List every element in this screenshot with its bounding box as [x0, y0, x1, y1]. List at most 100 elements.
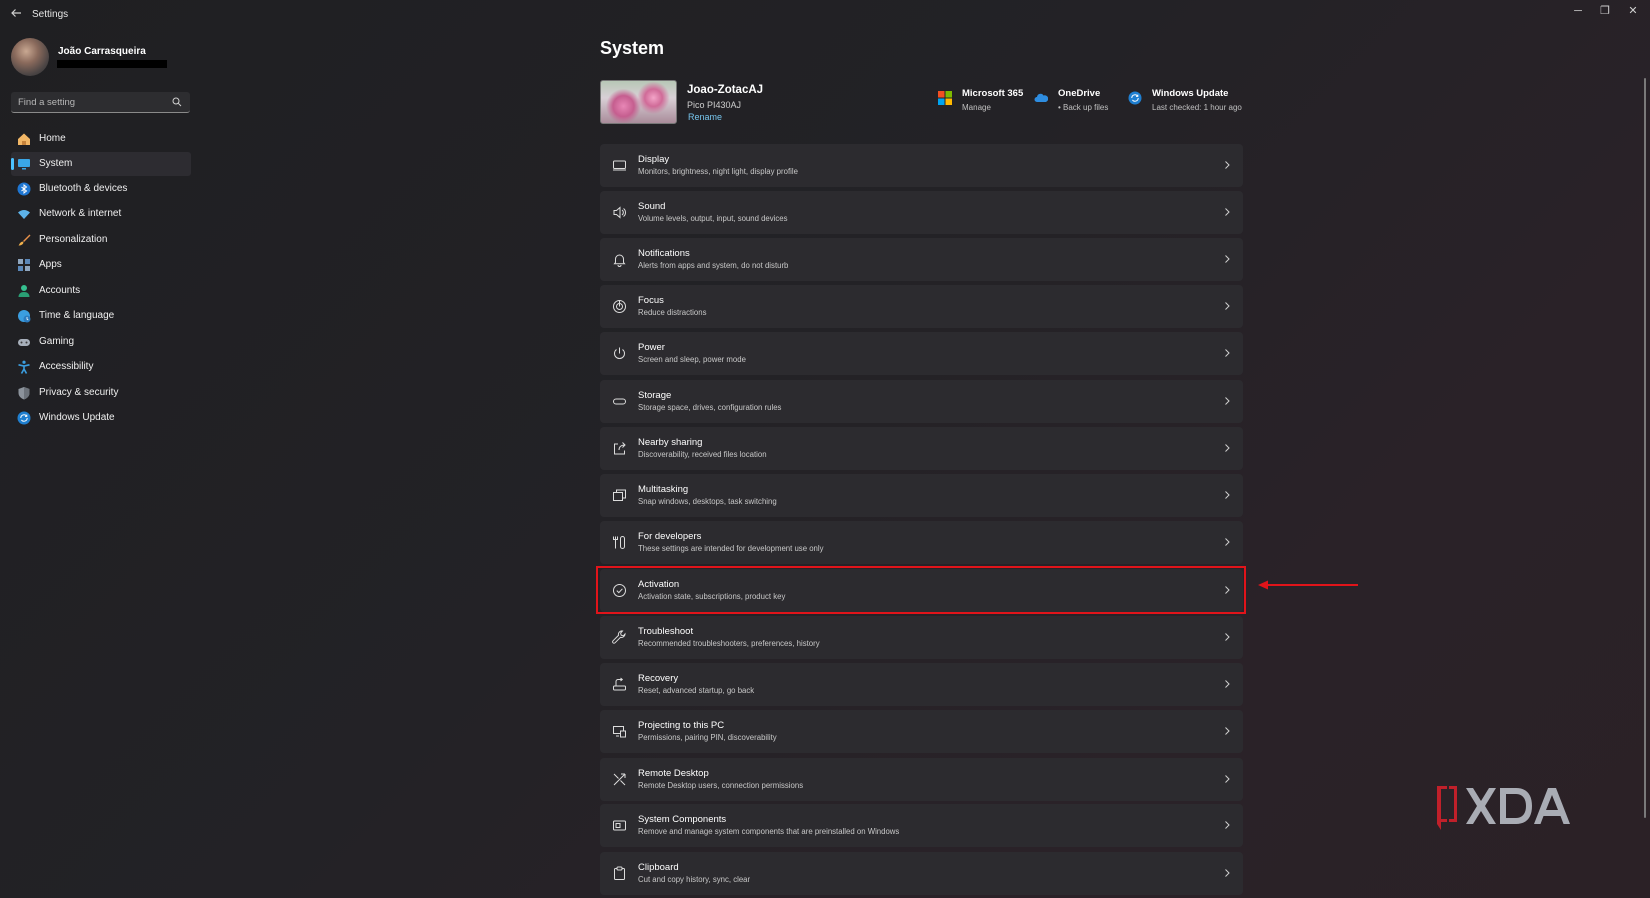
- setting-power[interactable]: Power Screen and sleep, power mode: [600, 332, 1243, 375]
- redacted-email: [57, 60, 167, 68]
- sidebar-item-label: Windows Update: [39, 412, 115, 423]
- setting-title: Display: [638, 154, 670, 165]
- app-title: Settings: [32, 9, 69, 20]
- setting-title: Notifications: [638, 248, 690, 259]
- setting-clipboard[interactable]: Clipboard Cut and copy history, sync, cl…: [600, 852, 1243, 895]
- setting-title: Troubleshoot: [638, 626, 694, 637]
- setting-subtitle: Monitors, brightness, night light, displ…: [638, 167, 798, 176]
- setting-title: Projecting to this PC: [638, 720, 725, 731]
- chevron-right-icon: [1225, 161, 1230, 169]
- setting-projecting[interactable]: Projecting to this PC Permissions, pairi…: [600, 710, 1243, 753]
- setting-sound[interactable]: Sound Volume levels, output, input, soun…: [600, 191, 1243, 234]
- chevron-right-icon: [1225, 208, 1230, 216]
- quick-link-subtitle: • Back up files: [1058, 103, 1109, 112]
- sidebar-item-label: Privacy & security: [39, 387, 119, 398]
- setting-subtitle: Recommended troubleshooters, preferences…: [638, 639, 820, 648]
- sidebar-item-label: Accounts: [39, 285, 81, 296]
- sidebar-item-label: Network & internet: [39, 208, 122, 219]
- setting-activation[interactable]: Activation Activation state, subscriptio…: [600, 569, 1243, 612]
- setting-title: System Components: [638, 814, 727, 825]
- search-icon[interactable]: [172, 97, 182, 107]
- maximize-button[interactable]: ❐: [1592, 4, 1618, 18]
- setting-subtitle: Reduce distractions: [638, 308, 707, 317]
- sidebar-item-label: Accessibility: [39, 361, 94, 372]
- components-icon: [613, 820, 626, 831]
- setting-recovery[interactable]: Recovery Reset, advanced startup, go bac…: [600, 663, 1243, 706]
- sidebar-item-system[interactable]: System: [11, 152, 191, 176]
- accessibility-icon: [18, 360, 30, 374]
- quick-link-subtitle: Last checked: 1 hour ago: [1152, 103, 1242, 112]
- setting-subtitle: Discoverability, received files location: [638, 450, 767, 459]
- rename-link[interactable]: Rename: [688, 112, 722, 122]
- home-icon: [18, 133, 30, 145]
- search-box[interactable]: [11, 92, 190, 113]
- storage-icon: [613, 398, 626, 405]
- setting-remote-desktop[interactable]: Remote Desktop Remote Desktop users, con…: [600, 758, 1243, 801]
- setting-title: Multitasking: [638, 484, 689, 495]
- search-input[interactable]: [18, 95, 168, 109]
- setting-nearby-sharing[interactable]: Nearby sharing Discoverability, received…: [600, 427, 1243, 470]
- sidebar-item-bluetooth[interactable]: Bluetooth & devices: [11, 177, 191, 201]
- chevron-right-icon: [1225, 821, 1230, 829]
- sidebar-item-home[interactable]: Home: [11, 127, 191, 151]
- setting-subtitle: Permissions, pairing PIN, discoverabilit…: [638, 733, 777, 742]
- shield-icon: [18, 387, 30, 400]
- chevron-right-icon: [1225, 349, 1230, 357]
- remote-desktop-icon: [613, 773, 626, 786]
- setting-notifications[interactable]: Notifications Alerts from apps and syste…: [600, 238, 1243, 281]
- avatar[interactable]: [11, 38, 49, 76]
- quick-link-subtitle: Manage: [962, 103, 991, 112]
- chevron-right-icon: [1225, 869, 1230, 877]
- chevron-right-icon: [1225, 444, 1230, 452]
- setting-subtitle: Activation state, subscriptions, product…: [638, 592, 786, 601]
- chevron-right-icon: [1225, 255, 1230, 263]
- back-arrow-icon[interactable]: [8, 7, 24, 23]
- sidebar-item-network[interactable]: Network & internet: [11, 202, 191, 226]
- power-icon: [614, 347, 625, 359]
- chevron-right-icon: [1225, 633, 1230, 641]
- quick-link-title: OneDrive: [1058, 88, 1101, 99]
- chevron-right-icon: [1225, 397, 1230, 405]
- setting-multitasking[interactable]: Multitasking Snap windows, desktops, tas…: [600, 474, 1243, 517]
- focus-icon: [613, 300, 626, 313]
- title-bar: Settings ─ ❐ ✕: [0, 0, 1650, 30]
- setting-focus[interactable]: Focus Reduce distractions: [600, 285, 1243, 328]
- chevron-right-icon: [1225, 680, 1230, 688]
- sidebar-item-accounts[interactable]: Accounts: [11, 279, 191, 303]
- minimize-button[interactable]: ─: [1565, 4, 1591, 18]
- setting-troubleshoot[interactable]: Troubleshoot Recommended troubleshooters…: [600, 616, 1243, 659]
- sidebar-item-apps[interactable]: Apps: [11, 253, 191, 277]
- sidebar-item-label: Apps: [39, 259, 62, 270]
- apps-icon: [18, 259, 30, 271]
- sidebar-item-windows-update[interactable]: Windows Update: [11, 406, 191, 430]
- sidebar-item-personalization[interactable]: Personalization: [11, 228, 191, 252]
- setting-title: Sound: [638, 201, 666, 212]
- onedrive-icon: [1034, 93, 1048, 102]
- wrench-icon: [612, 630, 626, 644]
- system-icon: [18, 159, 30, 170]
- setting-storage[interactable]: Storage Storage space, drives, configura…: [600, 380, 1243, 423]
- scrollbar[interactable]: [1644, 78, 1646, 818]
- setting-system-components[interactable]: System Components Remove and manage syst…: [600, 804, 1243, 847]
- chevron-right-icon: [1225, 586, 1230, 594]
- chevron-right-icon: [1225, 727, 1230, 735]
- setting-display[interactable]: Display Monitors, brightness, night ligh…: [600, 144, 1243, 187]
- chevron-right-icon: [1225, 538, 1230, 546]
- xda-logo: [1437, 786, 1570, 830]
- setting-subtitle: Storage space, drives, configuration rul…: [638, 403, 782, 412]
- share-icon: [614, 442, 626, 455]
- device-model: Pico PI430AJ: [687, 100, 742, 110]
- sidebar-item-label: Time & language: [39, 310, 115, 321]
- sidebar-item-privacy[interactable]: Privacy & security: [11, 381, 191, 405]
- sidebar-item-time-language[interactable]: Time & language: [11, 304, 191, 328]
- close-button[interactable]: ✕: [1620, 4, 1646, 18]
- sidebar-item-label: Gaming: [39, 336, 75, 347]
- sidebar-item-gaming[interactable]: Gaming: [11, 330, 191, 354]
- arrow-left-icon: [1258, 580, 1358, 590]
- setting-for-developers[interactable]: For developers These settings are intend…: [600, 521, 1243, 564]
- setting-title: Activation: [638, 579, 680, 590]
- projecting-icon: [613, 726, 626, 738]
- sidebar-item-accessibility[interactable]: Accessibility: [11, 355, 191, 379]
- setting-subtitle: These settings are intended for developm…: [638, 544, 824, 553]
- developer-icon: [613, 536, 625, 549]
